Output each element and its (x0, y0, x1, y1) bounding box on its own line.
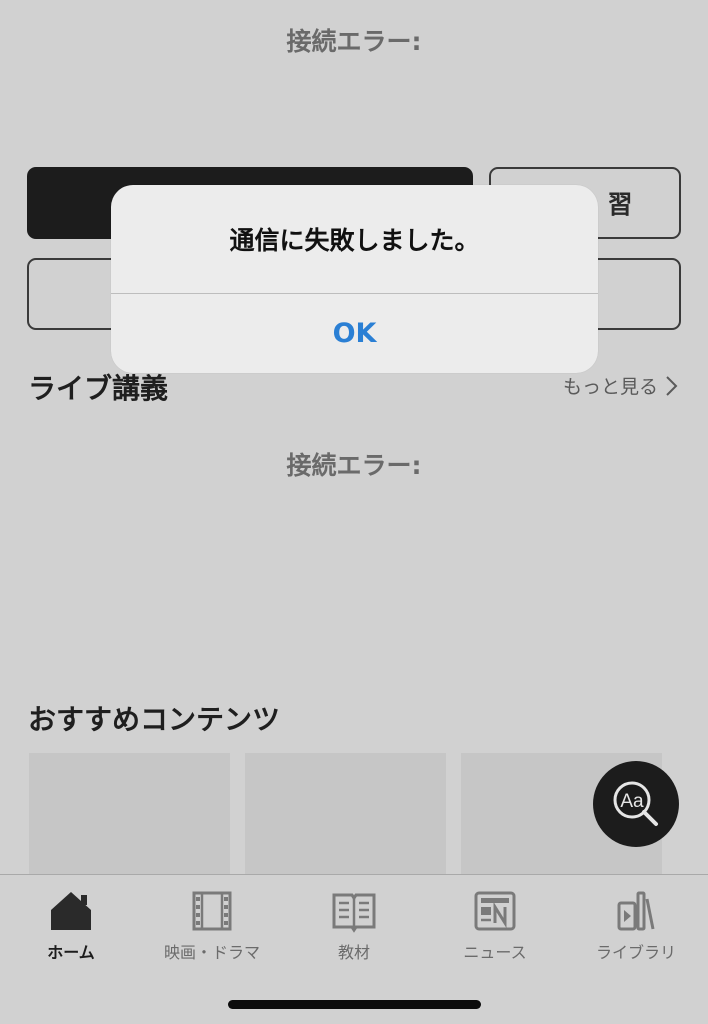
recommended-section-title: おすすめコンテンツ (28, 703, 281, 736)
library-icon (617, 891, 655, 931)
tab-label: 教材 (337, 943, 370, 962)
alert-ok-button[interactable]: OK (111, 294, 598, 373)
dictionary-search-button[interactable]: Aa (593, 761, 679, 847)
error-alert-dialog: 通信に失敗しました。 OK (111, 185, 598, 373)
tab-label: ホーム (47, 943, 95, 962)
film-icon (192, 891, 232, 931)
see-more-label: もっと見る (562, 376, 658, 398)
content-thumbnail[interactable] (245, 753, 446, 875)
home-icon (51, 892, 91, 930)
book-icon (332, 893, 376, 933)
chevron-right-icon (666, 375, 678, 396)
live-section-title: ライブ講義 (28, 372, 169, 405)
tab-label: ライブラリ (595, 943, 676, 962)
newspaper-icon (474, 891, 516, 931)
alert-message: 通信に失敗しました。 (229, 226, 480, 255)
fab-label: Aa (620, 791, 644, 812)
tab-home[interactable]: ホーム (1, 889, 141, 963)
live-connection-error-text: 接続エラー: (286, 451, 422, 480)
content-thumbnail[interactable] (29, 753, 230, 875)
tab-label: ニュース (463, 943, 527, 962)
tab-news[interactable]: ニュース (425, 889, 565, 963)
see-more-link[interactable]: もっと見る (563, 372, 678, 399)
connection-error-text: 接続エラー: (286, 27, 422, 56)
tab-label: 映画・ドラマ (163, 943, 260, 962)
font-search-icon: Aa (613, 781, 658, 826)
review-button-label: 習 (607, 190, 633, 219)
tab-textbooks[interactable]: 教材 (284, 889, 424, 963)
home-indicator (228, 1000, 481, 1009)
tab-movies-dramas[interactable]: 映画・ドラマ (142, 889, 282, 963)
tab-library[interactable]: ライブラリ (566, 889, 706, 963)
home-screen: 接続エラー: 習 ライブ講義 もっと見る 接続エラー: おすすめコンテンツ Aa… (0, 0, 708, 1024)
